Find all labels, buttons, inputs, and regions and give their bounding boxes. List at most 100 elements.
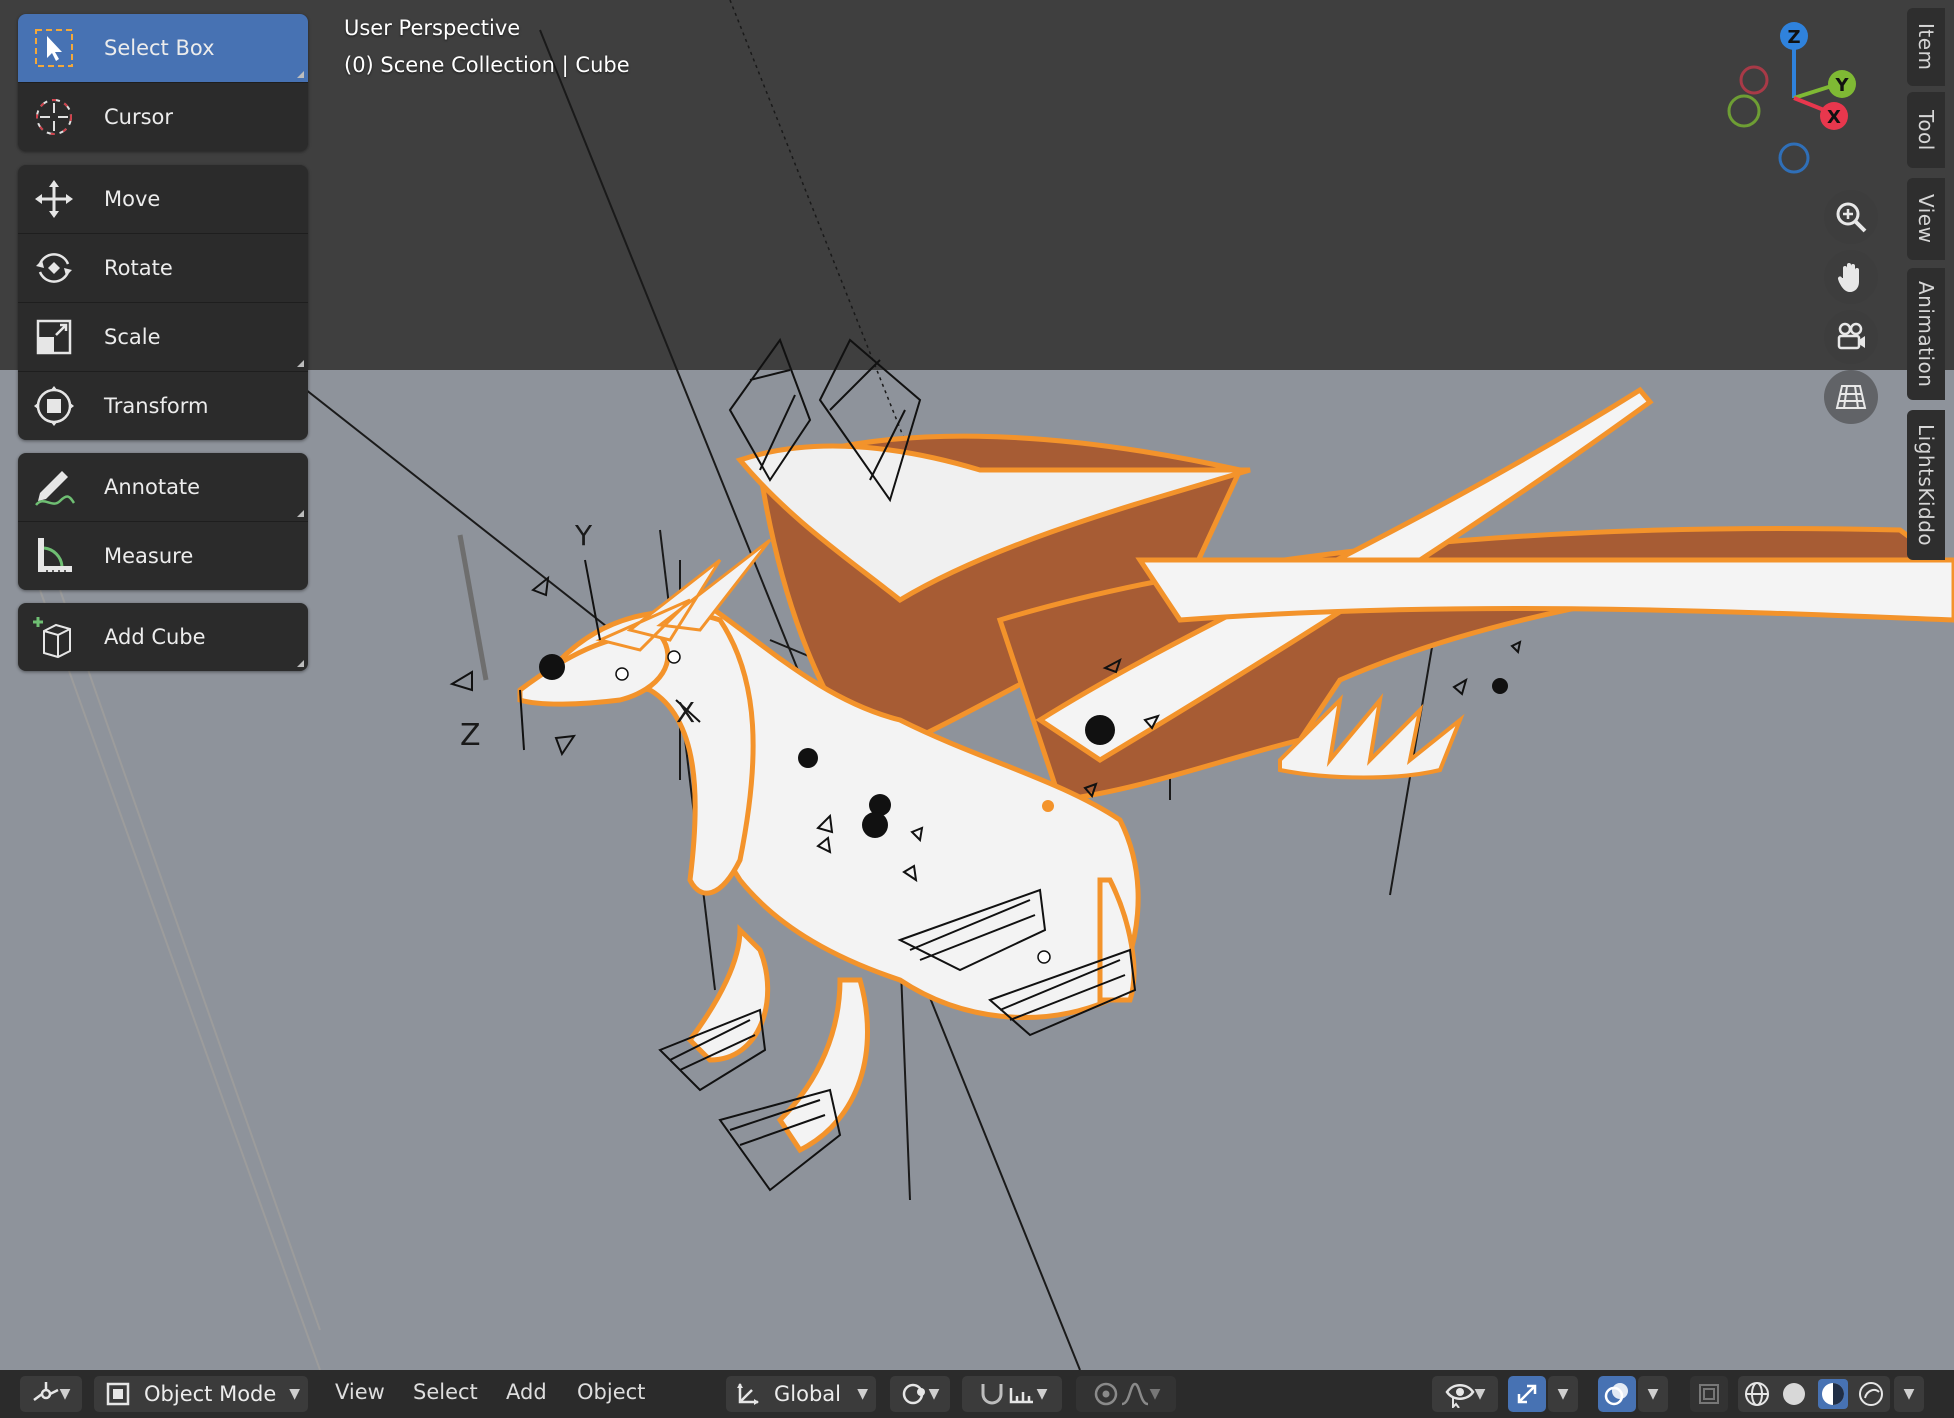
3d-viewport[interactable]: Y Z X User Perspective (0) Scene Collect… [0, 0, 1954, 1370]
menu-select[interactable]: Select [413, 1380, 478, 1404]
view-perspective-label: User Perspective [344, 16, 521, 40]
chevron-down-icon: ▼ [1474, 1386, 1486, 1402]
sidetab-animation[interactable]: Animation [1907, 268, 1945, 400]
toggle-xray-button[interactable] [1690, 1376, 1728, 1412]
zoom-button[interactable] [1824, 190, 1878, 244]
gizmo-neg-y[interactable] [1727, 94, 1761, 128]
wireframe-shading-icon[interactable] [1743, 1380, 1771, 1408]
tool-scale[interactable]: Scale [18, 303, 308, 372]
toggle-perspective-button[interactable] [1824, 370, 1878, 424]
sidetab-item[interactable]: Item [1907, 8, 1945, 86]
measure-icon [26, 528, 82, 584]
navigation-gizmo[interactable]: Z Y X [1720, 18, 1860, 178]
toolbar-group-transform: Move Rotate Scale Transform [18, 165, 308, 440]
tool-select-box[interactable]: Select Box [18, 14, 308, 83]
bone-axis-label-z: Z [460, 718, 481, 753]
camera-icon [1837, 322, 1865, 350]
xray-icon [1699, 1384, 1719, 1404]
proportional-edit-icon [1094, 1382, 1117, 1406]
tool-rotate[interactable]: Rotate [18, 234, 308, 303]
chevron-down-icon: ▼ [857, 1386, 868, 1402]
sidetab-tool[interactable]: Tool [1907, 92, 1945, 168]
gizmo-icon [1517, 1384, 1537, 1404]
annotate-icon [26, 459, 82, 515]
chevron-down-icon: ▼ [59, 1386, 71, 1402]
gizmo-neg-z[interactable] [1778, 142, 1810, 174]
pivot-point-button[interactable]: ▼ [890, 1376, 950, 1412]
transform-icon [26, 378, 82, 434]
gizmo-dropdown[interactable]: ▼ [1548, 1376, 1578, 1412]
tool-label: Select Box [104, 36, 215, 60]
dragon-model [517, 386, 1954, 1154]
falloff-curve-icon [1121, 1382, 1148, 1406]
sidetab-label: Animation [1914, 280, 1938, 388]
cursor-icon [26, 89, 82, 145]
tool-label: Rotate [104, 256, 173, 280]
mode-selector[interactable]: Object Mode ▼ [94, 1376, 308, 1412]
gizmo-neg-x[interactable] [1739, 65, 1769, 95]
pan-button[interactable] [1824, 250, 1878, 304]
menu-view[interactable]: View [335, 1380, 385, 1404]
solid-shading-icon[interactable] [1780, 1380, 1808, 1408]
move-icon [26, 171, 82, 227]
menu-add[interactable]: Add [506, 1380, 547, 1404]
editor-type-button[interactable]: ▼ [20, 1376, 82, 1412]
chevron-down-icon: ▼ [1036, 1386, 1048, 1402]
rotate-icon [26, 240, 82, 296]
menu-object[interactable]: Object [577, 1380, 645, 1404]
gizmo-y-label: Y [1834, 75, 1849, 96]
gizmo-z-label: Z [1787, 27, 1800, 48]
orientation-label: Global [774, 1382, 841, 1406]
proportional-editing-button[interactable]: ▼ [1076, 1376, 1176, 1412]
tool-label: Cursor [104, 105, 174, 129]
show-overlays-button[interactable] [1598, 1376, 1636, 1412]
mode-label: Object Mode [144, 1382, 277, 1406]
tool-cursor[interactable]: Cursor [18, 83, 308, 151]
tool-label: Annotate [104, 475, 201, 499]
toolbar-group-add: Add Cube [18, 603, 308, 671]
tool-options-corner [297, 360, 304, 367]
tool-label: Transform [104, 394, 209, 418]
tool-options-corner [297, 71, 304, 78]
chevron-down-icon: ▼ [928, 1386, 940, 1402]
chevron-down-icon: ▼ [1647, 1386, 1659, 1402]
toolbar-group-select: Select Box Cursor [18, 14, 308, 151]
object-mode-icon [106, 1382, 130, 1406]
scale-icon [26, 309, 82, 365]
overlays-icon [1604, 1383, 1628, 1406]
select-box-icon [26, 20, 82, 76]
transform-orientation-selector[interactable]: Global ▼ [726, 1376, 876, 1412]
sidetab-label: View [1914, 194, 1938, 244]
show-gizmo-button[interactable] [1508, 1376, 1546, 1412]
chevron-down-icon: ▼ [289, 1386, 300, 1402]
visibility-button[interactable]: ▼ [1432, 1376, 1498, 1412]
chevron-down-icon: ▼ [1903, 1386, 1915, 1402]
rendered-shading-icon[interactable] [1857, 1380, 1885, 1408]
overlays-dropdown[interactable]: ▼ [1638, 1376, 1668, 1412]
bone-axis-label-y: Y [574, 519, 593, 552]
sidetab-view[interactable]: View [1907, 178, 1945, 260]
shading-dropdown[interactable]: ▼ [1894, 1376, 1924, 1412]
tool-transform[interactable]: Transform [18, 372, 308, 440]
sidetab-lightskiddo[interactable]: LightsKiddo [1907, 410, 1945, 560]
add-cube-icon [26, 609, 82, 665]
sidetab-label: Tool [1914, 109, 1938, 151]
tool-add-cube[interactable]: Add Cube [18, 603, 308, 671]
tool-options-corner [297, 510, 304, 517]
tool-annotate[interactable]: Annotate [18, 453, 308, 522]
viewport-header: ▼ Object Mode ▼ View Select Add Object G… [0, 1370, 1954, 1418]
sidetab-label: Item [1914, 23, 1938, 71]
zoom-icon [1836, 202, 1867, 233]
bone-axis-label-x: X [676, 696, 695, 729]
magnet-icon [981, 1384, 1003, 1405]
tool-measure[interactable]: Measure [18, 522, 308, 590]
snapping-button[interactable]: ▼ [962, 1376, 1062, 1412]
tool-label: Add Cube [104, 625, 206, 649]
gizmo-x-label: X [1827, 107, 1841, 128]
camera-view-button[interactable] [1824, 310, 1878, 364]
eye-pointer-icon [1445, 1384, 1475, 1408]
chevron-down-icon: ▼ [1557, 1386, 1569, 1402]
tool-move[interactable]: Move [18, 165, 308, 234]
material-preview-icon[interactable] [1817, 1379, 1848, 1409]
tool-label: Measure [104, 544, 194, 568]
